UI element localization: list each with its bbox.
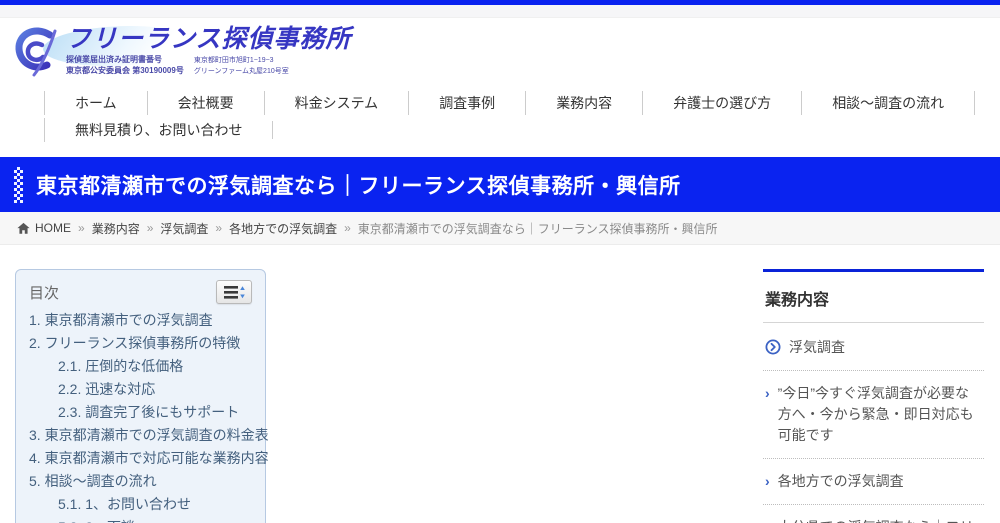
- toc-item-link[interactable]: 5. 相談〜調査の流れ: [29, 473, 252, 490]
- toc-list: 1. 東京都清瀬市での浮気調査 2. フリーランス探偵事務所の特徴 2.1. 圧…: [29, 312, 252, 523]
- site-header: フリーランス探偵事務所 探偵業届出済み証明書番号 東京都公安委員会 第30190…: [0, 18, 1000, 85]
- logo-swoosh-icon: [14, 24, 60, 78]
- sidebar-link-label: 大分県での浮気調査なら｜フリーランス探偵事務所・興信所: [778, 517, 982, 523]
- nav-row-2: 無料見積り、お問い合わせ: [44, 116, 1000, 143]
- toc-item-link[interactable]: 2.2. 迅速な対応: [58, 381, 252, 398]
- breadcrumb-item: HOME: [35, 221, 71, 235]
- nav-item[interactable]: 業務内容: [525, 91, 642, 115]
- chevron-right-icon: ›: [765, 471, 770, 492]
- page-title-banner: 東京都清瀬市での浮気調査なら｜フリーランス探偵事務所・興信所: [0, 157, 1000, 212]
- nav-item[interactable]: 料金システム: [264, 91, 409, 115]
- sidebar-links: › ”今日”今すぐ浮気調査が必要な方へ・今から緊急・即日対応も可能です › 各地…: [763, 371, 984, 523]
- sidebar-link-label: 各地方での浮気調査: [778, 471, 904, 492]
- nav-item[interactable]: 相談〜調査の流れ: [801, 91, 974, 115]
- toc-toggle-icon: [224, 285, 245, 300]
- nav-item[interactable]: 会社概要: [147, 91, 264, 115]
- breadcrumb: HOME » 業務内容 » 浮気調査 » 各地方での浮気調査 » 東京都清瀬市で…: [0, 212, 1000, 245]
- sidebar-link[interactable]: › 大分県での浮気調査なら｜フリーランス探偵事務所・興信所: [763, 505, 984, 523]
- site-title: フリーランス探偵事務所: [66, 26, 352, 52]
- breadcrumb-item: » 浮気調査: [140, 220, 209, 237]
- breadcrumb-link[interactable]: HOME: [35, 221, 71, 235]
- home-icon: [17, 222, 30, 235]
- sidebar-link[interactable]: › ”今日”今すぐ浮気調査が必要な方へ・今から緊急・即日対応も可能です: [763, 371, 984, 459]
- toc-item-link[interactable]: 3. 東京都清瀬市での浮気調査の料金表: [29, 427, 252, 444]
- sidebar-category-link[interactable]: 浮気調査: [763, 323, 984, 371]
- nav-item[interactable]: 無料見積り、お問い合わせ: [44, 118, 272, 142]
- address-text: 東京都町田市旭町1−19−3 グリーンファーム丸屋210号室: [194, 55, 289, 77]
- chevron-right-icon: ›: [765, 383, 770, 446]
- table-of-contents: 目次 1. 東京都清瀬市での浮気調査 2. フリーランス探偵事務所の特徴: [15, 269, 266, 523]
- breadcrumb-link[interactable]: 各地方での浮気調査: [229, 220, 337, 237]
- toc-title: 目次: [29, 282, 59, 303]
- nav-item[interactable]: 弁護士の選び方: [642, 91, 801, 115]
- breadcrumb-item: » 各地方での浮気調査: [208, 220, 337, 237]
- toc-item-link[interactable]: 2.3. 調査完了後にもサポート: [58, 404, 252, 421]
- sidebar: 業務内容 浮気調査 › ”今日”今すぐ浮気調査が必要な方へ・今から緊急・即日対応…: [763, 269, 984, 523]
- article-column: 目次 1. 東京都清瀬市での浮気調査 2. フリーランス探偵事務所の特徴: [15, 269, 763, 523]
- breadcrumb-separator: »: [344, 221, 351, 235]
- sidebar-widget-title: 業務内容: [763, 272, 984, 323]
- toc-item-link[interactable]: 2. フリーランス探偵事務所の特徴: [29, 335, 252, 352]
- main-navigation: ホーム 会社概要 料金システム 調査事例 業務内容 弁護士の選び方 相談〜調査の…: [0, 85, 1000, 145]
- header-substrip: [0, 5, 1000, 18]
- site-logo[interactable]: フリーランス探偵事務所 探偵業届出済み証明書番号 東京都公安委員会 第30190…: [14, 24, 352, 78]
- breadcrumb-separator: »: [215, 221, 222, 235]
- breadcrumb-separator: »: [147, 221, 154, 235]
- breadcrumb-link[interactable]: 業務内容: [92, 220, 140, 237]
- breadcrumb-item: » 業務内容: [71, 220, 140, 237]
- toc-item-link[interactable]: 4. 東京都清瀬市で対応可能な業務内容: [29, 450, 252, 467]
- main-content: 目次 1. 東京都清瀬市での浮気調査 2. フリーランス探偵事務所の特徴: [0, 245, 1000, 523]
- nav-item[interactable]: よくある質問: [974, 91, 1000, 115]
- breadcrumb-link[interactable]: 東京都清瀬市での浮気調査なら｜フリーランス探偵事務所・興信所: [358, 220, 718, 237]
- breadcrumb-link[interactable]: 浮気調査: [160, 220, 208, 237]
- nav-row-1: ホーム 会社概要 料金システム 調査事例 業務内容 弁護士の選び方 相談〜調査の…: [44, 89, 1000, 116]
- sidebar-widget-services: 業務内容 浮気調査 › ”今日”今すぐ浮気調査が必要な方へ・今から緊急・即日対応…: [763, 269, 984, 523]
- page-title: 東京都清瀬市での浮気調査なら｜フリーランス探偵事務所・興信所: [36, 170, 681, 200]
- toc-item-link[interactable]: 5.1. 1、お問い合わせ: [58, 496, 252, 513]
- toc-toggle-button[interactable]: [216, 280, 252, 304]
- sidebar-link-label: ”今日”今すぐ浮気調査が必要な方へ・今から緊急・即日対応も可能です: [778, 383, 982, 446]
- sidebar-category-label: 浮気調査: [789, 337, 845, 357]
- chevron-right-icon: ›: [765, 517, 770, 523]
- circle-arrow-icon: [765, 339, 781, 355]
- toc-item-link[interactable]: 1. 東京都清瀬市での浮気調査: [29, 312, 252, 329]
- breadcrumb-item: » 東京都清瀬市での浮気調査なら｜フリーランス探偵事務所・興信所: [337, 220, 717, 237]
- banner-checker-decoration: [14, 167, 23, 203]
- nav-item[interactable]: 調査事例: [408, 91, 525, 115]
- license-text: 探偵業届出済み証明書番号 東京都公安委員会 第30190009号: [66, 55, 184, 77]
- toc-item-link[interactable]: 5.2. 2、面談: [58, 519, 252, 523]
- nav-item[interactable]: ホーム: [44, 91, 147, 115]
- breadcrumb-separator: »: [78, 221, 85, 235]
- sidebar-link[interactable]: › 各地方での浮気調査: [763, 459, 984, 505]
- toc-item-link[interactable]: 2.1. 圧倒的な低価格: [58, 358, 252, 375]
